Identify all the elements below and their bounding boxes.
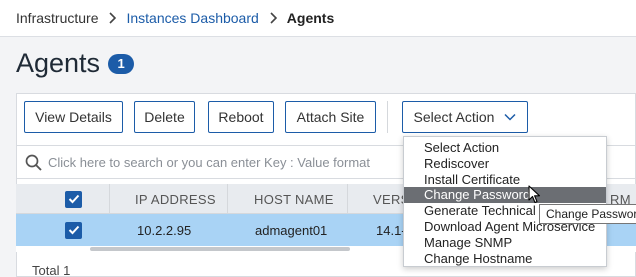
page-title: Agents 1 xyxy=(16,48,135,79)
cell-ip-address: 10.2.2.95 xyxy=(137,222,192,238)
column-divider xyxy=(347,184,348,214)
scrollbar-thumb[interactable] xyxy=(90,247,350,251)
checkbox-checked-icon xyxy=(65,221,82,239)
cell-version: 14.1- xyxy=(376,222,406,238)
search-icon xyxy=(25,154,42,171)
reboot-button[interactable]: Reboot xyxy=(208,101,274,133)
chevron-down-icon xyxy=(504,113,516,121)
select-all-checkbox[interactable] xyxy=(65,184,82,214)
select-action-menu: Select Action Rediscover Install Certifi… xyxy=(403,136,607,267)
select-action-label: Select Action xyxy=(413,109,495,125)
delete-button[interactable]: Delete xyxy=(134,101,195,133)
breadcrumb-instances-dashboard[interactable]: Instances Dashboard xyxy=(126,10,258,26)
menu-item-select-action[interactable]: Select Action xyxy=(404,140,606,156)
column-header-ip-address[interactable]: IP ADDRESS xyxy=(135,184,216,214)
menu-item-manage-snmp[interactable]: Manage SNMP xyxy=(404,235,606,251)
column-divider xyxy=(109,184,110,214)
column-header-host-name[interactable]: HOST NAME xyxy=(254,184,334,214)
checkbox-checked-icon xyxy=(65,190,82,208)
attach-site-button[interactable]: Attach Site xyxy=(285,101,376,133)
cell-host-name: admagent01 xyxy=(255,222,328,238)
breadcrumb-agents: Agents xyxy=(286,10,335,26)
menu-item-install-certificate[interactable]: Install Certificate xyxy=(404,172,606,188)
row-checkbox[interactable] xyxy=(65,214,82,246)
view-details-button[interactable]: View Details xyxy=(24,101,123,133)
chevron-right-icon xyxy=(269,12,277,24)
breadcrumb: Infrastructure Instances Dashboard Agent… xyxy=(0,0,636,37)
tooltip: Change Password xyxy=(539,204,636,224)
menu-item-change-password[interactable]: Change Password xyxy=(404,187,606,204)
chevron-right-icon xyxy=(108,12,117,24)
total-count: Total 1 xyxy=(32,263,71,277)
select-action-dropdown[interactable]: Select Action xyxy=(402,101,528,133)
page-title-text: Agents xyxy=(16,48,101,78)
count-badge: 1 xyxy=(108,53,135,74)
menu-item-rediscover[interactable]: Rediscover xyxy=(404,156,606,172)
menu-item-change-hostname[interactable]: Change Hostname xyxy=(404,251,606,267)
breadcrumb-infrastructure[interactable]: Infrastructure xyxy=(16,10,98,26)
column-divider xyxy=(227,184,228,214)
toolbar-divider xyxy=(387,101,388,133)
